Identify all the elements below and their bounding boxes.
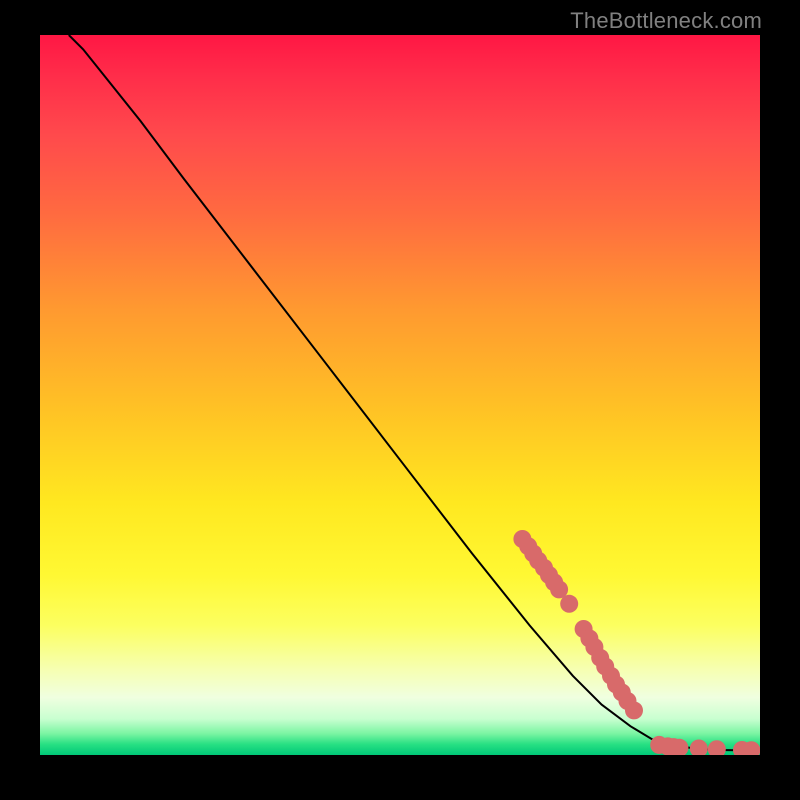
- curve-path: [69, 35, 760, 751]
- chart-overlay: [40, 35, 760, 755]
- bottleneck-curve: [69, 35, 760, 751]
- data-point: [560, 595, 578, 613]
- chart-frame: TheBottleneck.com: [0, 0, 800, 800]
- data-point: [690, 740, 708, 756]
- watermark-label: TheBottleneck.com: [570, 8, 762, 34]
- data-point: [625, 701, 643, 719]
- data-points: [513, 530, 760, 755]
- data-point: [708, 740, 726, 755]
- plot-area: [40, 35, 760, 755]
